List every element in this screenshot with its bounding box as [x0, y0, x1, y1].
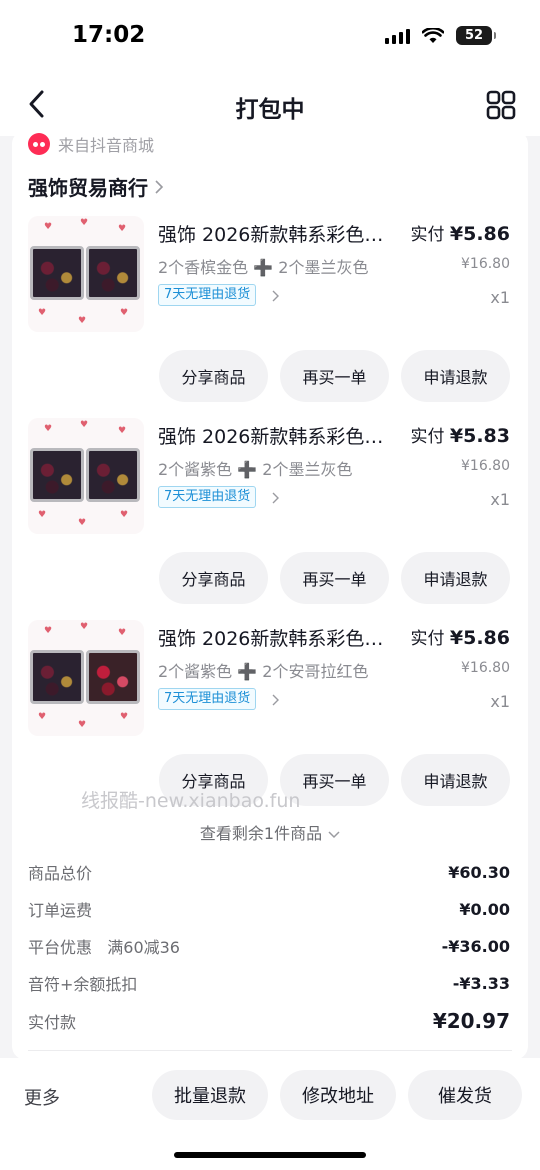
buy-again-button[interactable]: 再买一单	[280, 350, 389, 402]
return-policy-tag[interactable]: 7天无理由退货	[158, 486, 257, 508]
chevron-right-icon	[272, 694, 279, 706]
show-more-items-link[interactable]: 查看剩余1件商品	[12, 820, 528, 844]
batch-refund-button[interactable]: 批量退款	[152, 1070, 268, 1120]
request-refund-button[interactable]: 申请退款	[401, 552, 510, 604]
item-spec: 2个酱紫色 ➕ 2个安哥拉红色	[158, 662, 369, 681]
return-policy-tag[interactable]: 7天无理由退货	[158, 284, 257, 306]
request-refund-button[interactable]: 申请退款	[401, 350, 510, 402]
item-title[interactable]: 强饰 2026新款韩系彩色…	[158, 220, 400, 247]
grid-menu-icon[interactable]	[486, 90, 516, 120]
item-actions: 分享商品 再买一单 申请退款	[159, 350, 510, 402]
summary-value: ¥0.00	[459, 899, 510, 919]
buy-again-button[interactable]: 再买一单	[280, 552, 389, 604]
wifi-icon	[422, 27, 444, 43]
paid-price: 实付 ¥5.83	[410, 422, 510, 447]
request-refund-button[interactable]: 申请退款	[401, 754, 510, 806]
summary-row-paid: 实付款 ¥20.97	[28, 1006, 510, 1036]
chevron-right-icon	[155, 179, 164, 194]
summary-label: 实付款	[28, 1013, 77, 1032]
summary-label: 商品总价	[28, 864, 93, 883]
summary-row-discount: 平台优惠 满60减36 -¥36.00	[28, 931, 510, 961]
order-card: 来自抖音商城 强饰贸易商行 ♥♥♥ ♥♥ ♥♥♥ 强饰 2026新款韩系彩色… …	[12, 130, 528, 1060]
shop-name: 强饰贸易商行	[28, 176, 148, 200]
summary-row-balance: 音符+余额抵扣 -¥3.33	[28, 968, 510, 998]
battery-icon: 52	[456, 26, 496, 45]
paid-label: 实付	[410, 629, 445, 649]
paid-amount: ¥5.86	[449, 223, 510, 245]
status-time: 17:02	[72, 22, 146, 48]
paid-label: 实付	[410, 225, 445, 245]
original-price: ¥16.80	[461, 660, 510, 676]
summary-value: -¥3.33	[452, 973, 510, 993]
item-title[interactable]: 强饰 2026新款韩系彩色…	[158, 422, 400, 449]
hair-clip-image	[86, 448, 140, 502]
summary-label: 订单运费	[28, 901, 93, 920]
product-thumbnail[interactable]: ♥♥♥ ♥♥ ♥♥♥	[28, 216, 144, 332]
paid-amount: ¥5.83	[449, 425, 510, 447]
home-indicator	[174, 1152, 366, 1158]
nav-bar: 打包中	[0, 70, 540, 136]
paid-price: 实付 ¥5.86	[410, 624, 510, 649]
chevron-down-icon	[328, 830, 340, 838]
page-title: 打包中	[235, 97, 305, 123]
source-row: 来自抖音商城	[28, 130, 154, 158]
item-actions: 分享商品 再买一单 申请退款	[159, 552, 510, 604]
hair-clip-image	[86, 246, 140, 300]
chevron-right-icon	[272, 290, 279, 302]
cellular-signal-icon	[385, 28, 410, 44]
source-label: 来自抖音商城	[58, 136, 155, 155]
product-thumbnail[interactable]: ♥♥♥ ♥♥ ♥♥♥	[28, 620, 144, 736]
quantity: x1	[490, 288, 510, 307]
paid-amount: ¥5.86	[449, 627, 510, 649]
hair-clip-image	[30, 650, 84, 704]
change-address-button[interactable]: 修改地址	[280, 1070, 396, 1120]
douyin-mall-logo-icon	[28, 133, 50, 155]
quantity: x1	[490, 692, 510, 711]
summary-row-total: 商品总价 ¥60.30	[28, 857, 510, 887]
share-product-button[interactable]: 分享商品	[159, 350, 268, 402]
return-policy-tag[interactable]: 7天无理由退货	[158, 688, 257, 710]
order-item[interactable]: ♥♥♥ ♥♥ ♥♥♥ 强饰 2026新款韩系彩色… 2个香槟金色 ➕ 2个墨兰灰…	[12, 216, 528, 412]
summary-row-shipping: 订单运费 ¥0.00	[28, 894, 510, 924]
share-product-button[interactable]: 分享商品	[159, 552, 268, 604]
more-button[interactable]: 更多	[24, 1084, 60, 1110]
shop-link[interactable]: 强饰贸易商行	[28, 172, 164, 201]
quantity: x1	[490, 490, 510, 509]
summary-value: ¥60.30	[448, 862, 510, 882]
summary-value: ¥20.97	[432, 1009, 510, 1033]
paid-label: 实付	[410, 427, 445, 447]
hair-clip-image	[86, 650, 140, 704]
item-title[interactable]: 强饰 2026新款韩系彩色…	[158, 624, 400, 651]
product-thumbnail[interactable]: ♥♥♥ ♥♥ ♥♥♥	[28, 418, 144, 534]
original-price: ¥16.80	[461, 256, 510, 272]
summary-value: -¥36.00	[441, 936, 510, 956]
divider	[28, 1050, 512, 1051]
status-bar: 17:02 52	[0, 0, 540, 70]
hair-clip-image	[30, 448, 84, 502]
item-spec: 2个酱紫色 ➕ 2个墨兰灰色	[158, 460, 353, 479]
original-price: ¥16.80	[461, 458, 510, 474]
order-item[interactable]: ♥♥♥ ♥♥ ♥♥♥ 强饰 2026新款韩系彩色… 2个酱紫色 ➕ 2个墨兰灰色…	[12, 418, 528, 614]
urge-shipping-button[interactable]: 催发货	[408, 1070, 522, 1120]
summary-label: 平台优惠 满60减36	[28, 938, 180, 957]
summary-label: 音符+余额抵扣	[28, 975, 138, 994]
chevron-right-icon	[272, 492, 279, 504]
watermark-text: 线报酷-new.xianbao.fun	[81, 790, 301, 812]
status-icons: 52	[385, 26, 496, 45]
paid-price: 实付 ¥5.86	[410, 220, 510, 245]
item-spec: 2个香槟金色 ➕ 2个墨兰灰色	[158, 258, 369, 277]
show-more-label: 查看剩余1件商品	[199, 824, 323, 843]
hair-clip-image	[30, 246, 84, 300]
